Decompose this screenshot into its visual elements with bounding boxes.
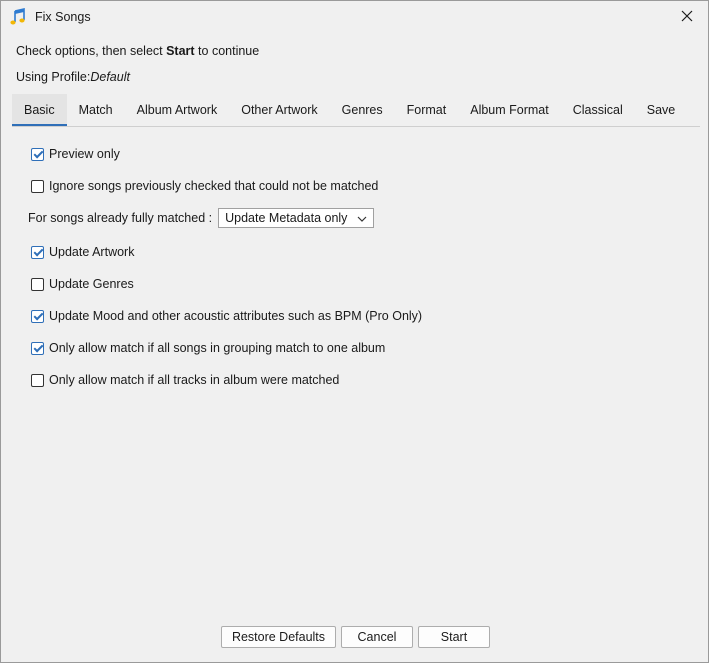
instructions: Check options, then select Start to cont… xyxy=(16,44,259,58)
update-artwork-checkbox[interactable] xyxy=(31,245,44,259)
chevron-down-icon xyxy=(357,213,367,223)
update-genres-option[interactable]: Update Genres xyxy=(31,276,134,292)
ignore-previous-label: Ignore songs previously checked that cou… xyxy=(49,179,379,193)
window-title: Fix Songs xyxy=(35,10,91,24)
update-artwork-option[interactable]: Update Artwork xyxy=(31,244,134,260)
all-tracks-checkbox[interactable] xyxy=(31,373,44,387)
title-bar: Fix Songs xyxy=(1,1,708,34)
grouping-match-checkbox[interactable] xyxy=(31,341,44,355)
tab-other-artwork[interactable]: Other Artwork xyxy=(229,94,329,126)
ignore-previous-checkbox[interactable] xyxy=(31,179,44,193)
grouping-match-option[interactable]: Only allow match if all songs in groupin… xyxy=(31,340,385,356)
tab-album-format[interactable]: Album Format xyxy=(458,94,561,126)
preview-only-checkbox[interactable] xyxy=(31,147,44,161)
update-genres-checkbox[interactable] xyxy=(31,277,44,291)
instructions-start-emphasis: Start xyxy=(166,44,195,58)
music-note-icon xyxy=(9,8,27,26)
tab-match[interactable]: Match xyxy=(67,94,125,126)
update-genres-label: Update Genres xyxy=(49,277,134,291)
preview-only-option[interactable]: Preview only xyxy=(31,146,120,162)
profile-value: Default xyxy=(90,70,130,84)
already-matched-select[interactable]: Update Metadata only xyxy=(218,208,375,228)
tab-strip: Basic Match Album Artwork Other Artwork … xyxy=(12,94,687,126)
ignore-previous-option[interactable]: Ignore songs previously checked that cou… xyxy=(31,178,378,194)
all-tracks-label: Only allow match if all tracks in album … xyxy=(49,373,340,387)
tab-genres[interactable]: Genres xyxy=(330,94,395,126)
update-mood-checkbox[interactable] xyxy=(31,309,44,323)
tab-divider xyxy=(12,126,700,127)
profile-label: Using Profile: xyxy=(16,70,91,84)
already-matched-value: Update Metadata only xyxy=(225,211,348,225)
update-mood-label: Update Mood and other acoustic attribute… xyxy=(49,309,423,323)
already-matched-row: For songs already fully matched : Update… xyxy=(28,207,375,229)
preview-only-label: Preview only xyxy=(49,147,120,161)
tab-basic[interactable]: Basic xyxy=(12,94,67,126)
close-icon xyxy=(681,10,693,25)
already-matched-label: For songs already fully matched : xyxy=(28,211,213,225)
restore-defaults-button[interactable]: Restore Defaults xyxy=(221,626,336,648)
grouping-match-label: Only allow match if all songs in groupin… xyxy=(49,341,386,355)
cancel-button[interactable]: Cancel xyxy=(341,626,413,648)
profile-line: Using Profile:Default xyxy=(16,70,130,84)
instructions-suffix: to continue xyxy=(194,44,260,58)
update-artwork-label: Update Artwork xyxy=(49,245,135,259)
start-button[interactable]: Start xyxy=(418,626,490,648)
close-button[interactable] xyxy=(665,1,708,33)
all-tracks-option[interactable]: Only allow match if all tracks in album … xyxy=(31,372,339,388)
tab-album-artwork[interactable]: Album Artwork xyxy=(125,94,230,126)
tab-classical[interactable]: Classical xyxy=(561,94,635,126)
instructions-prefix: Check options, then select xyxy=(16,44,167,58)
fix-songs-dialog: Fix Songs Check options, then select Sta… xyxy=(0,0,709,663)
tab-format[interactable]: Format xyxy=(395,94,459,126)
tab-save[interactable]: Save xyxy=(635,94,688,126)
update-mood-option[interactable]: Update Mood and other acoustic attribute… xyxy=(31,308,422,324)
